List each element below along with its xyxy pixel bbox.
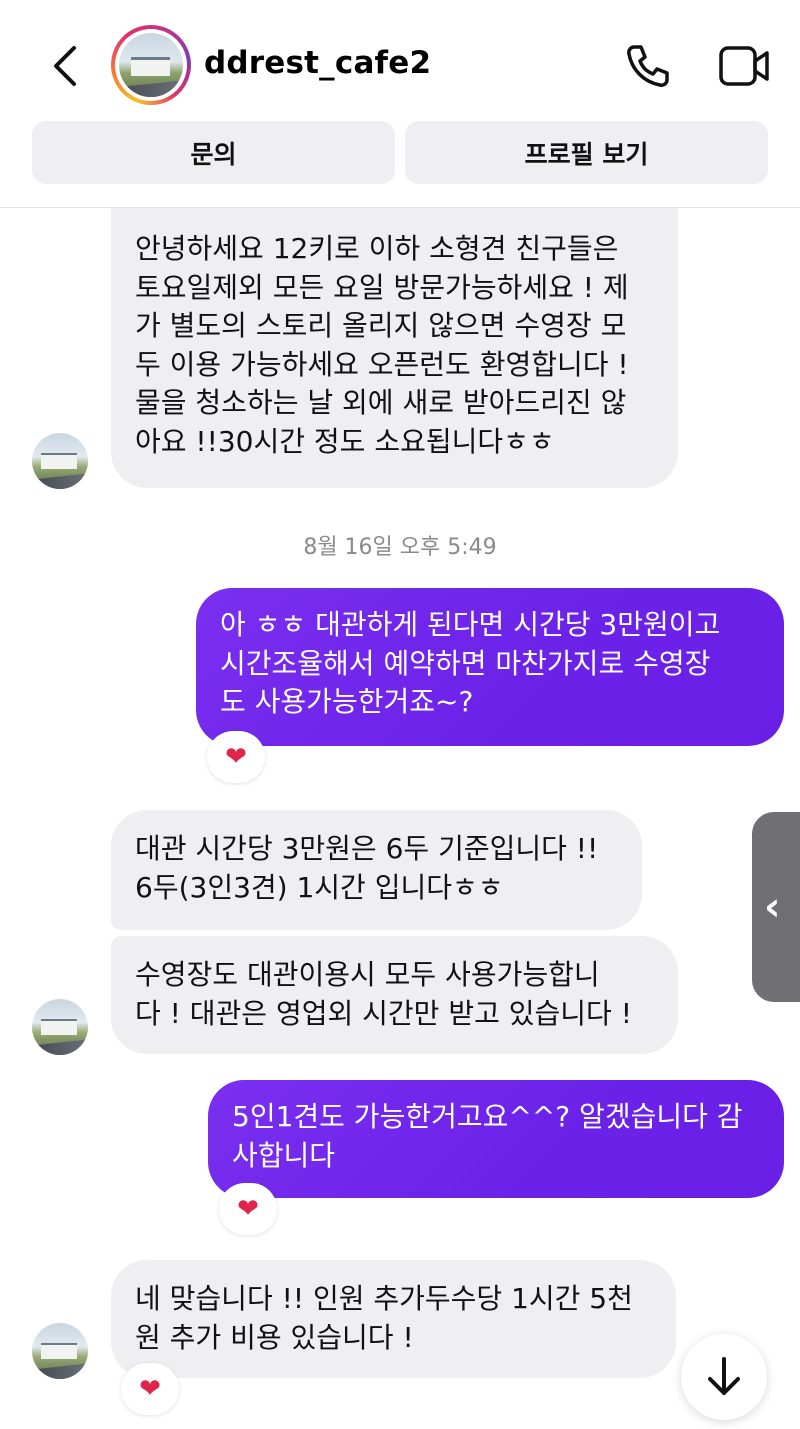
- message-bubble-outgoing[interactable]: 아 ㅎㅎ 대관하게 된다면 시간당 3만원이고 시간조율해서 예약하면 마찬가지…: [196, 588, 784, 746]
- message-bubble-outgoing[interactable]: 5인1견도 가능한거고요^^? 알겠습니다 감 사합니다: [208, 1080, 784, 1198]
- heart-icon: ❤: [237, 1194, 259, 1224]
- message-line: 아 ㅎㅎ 대관하게 된다면 시간당 3만원이고: [220, 608, 721, 641]
- profile-avatar[interactable]: [111, 25, 191, 105]
- heart-icon: ❤: [139, 1374, 161, 1404]
- message-line: 안녕하세요 12키로 이하 소형견 친구들은: [135, 232, 619, 265]
- sender-avatar[interactable]: [32, 1323, 88, 1379]
- message-line: 6두(3인3견) 1시간 입니다ㅎㅎ: [135, 870, 504, 904]
- message-line: 사합니다: [232, 1138, 336, 1172]
- message-line: 네 맞습니다 !! 인원 추가두수당 1시간 5천: [135, 1282, 633, 1315]
- message-line: 토요일제외 모든 요일 방문가능하세요 ! 제: [135, 270, 629, 304]
- message-bubble-incoming[interactable]: 안녕하세요 12키로 이하 소형견 친구들은 토요일제외 모든 요일 방문가능하…: [111, 208, 678, 488]
- message-timestamp: 8월 16일 오후 5:49: [303, 535, 497, 560]
- chevron-left-icon: [54, 46, 76, 86]
- message-bubble-incoming[interactable]: 네 맞습니다 !! 인원 추가두수당 1시간 5천 원 추가 비용 있습니다 !: [111, 1260, 676, 1378]
- sender-avatar[interactable]: [32, 999, 88, 1055]
- scroll-to-bottom-button[interactable]: [681, 1334, 767, 1420]
- side-panel-handle[interactable]: ‹: [752, 812, 800, 1002]
- video-camera-icon: [719, 46, 769, 86]
- back-button[interactable]: [42, 42, 86, 90]
- message-line: 물을 청소하는 날 외에 새로 받아드리진 않: [135, 386, 627, 419]
- phone-icon: [627, 45, 669, 87]
- message-line: 다 ! 대관은 영업외 시간만 받고 있습니다 !: [135, 996, 632, 1030]
- sender-avatar[interactable]: [32, 433, 88, 489]
- arrow-down-icon: [708, 1357, 740, 1395]
- message-line: 대관 시간당 3만원은 6두 기준입니다 !!: [135, 832, 599, 865]
- call-button[interactable]: [624, 42, 672, 90]
- heart-icon: ❤: [225, 742, 247, 772]
- reaction-badge[interactable]: ❤: [121, 1363, 179, 1415]
- chevron-left-icon: ‹: [764, 884, 781, 930]
- message-line: 아요 !!30시간 정도 소요됩니다ㅎㅎ: [135, 424, 555, 458]
- view-profile-button[interactable]: 프로필 보기: [405, 121, 768, 184]
- inquiry-button[interactable]: 문의: [32, 121, 395, 184]
- message-line: 원 추가 비용 있습니다 !: [135, 1320, 414, 1354]
- message-line: 5인1견도 가능한거고요^^? 알겠습니다 감: [232, 1100, 743, 1133]
- message-bubble-incoming[interactable]: 대관 시간당 3만원은 6두 기준입니다 !! 6두(3인3견) 1시간 입니다…: [111, 810, 642, 930]
- message-line: 두 이용 가능하세요 오픈런도 환영합니다 !: [135, 347, 629, 381]
- message-line: 가 별도의 스토리 올리지 않으면 수영장 모: [135, 309, 627, 342]
- message-line: 도 사용가능한거죠~?: [220, 685, 474, 718]
- message-line: 수영장도 대관이용시 모두 사용가능합니: [135, 958, 600, 991]
- reaction-badge[interactable]: ❤: [207, 731, 265, 783]
- message-bubble-incoming[interactable]: 수영장도 대관이용시 모두 사용가능합니 다 ! 대관은 영업외 시간만 받고 …: [111, 936, 678, 1054]
- reaction-badge[interactable]: ❤: [219, 1183, 277, 1235]
- username[interactable]: ddrest_cafe2: [204, 45, 431, 81]
- video-call-button[interactable]: [718, 43, 770, 89]
- message-line: 시간조율해서 예약하면 마찬가지로 수영장: [220, 646, 711, 680]
